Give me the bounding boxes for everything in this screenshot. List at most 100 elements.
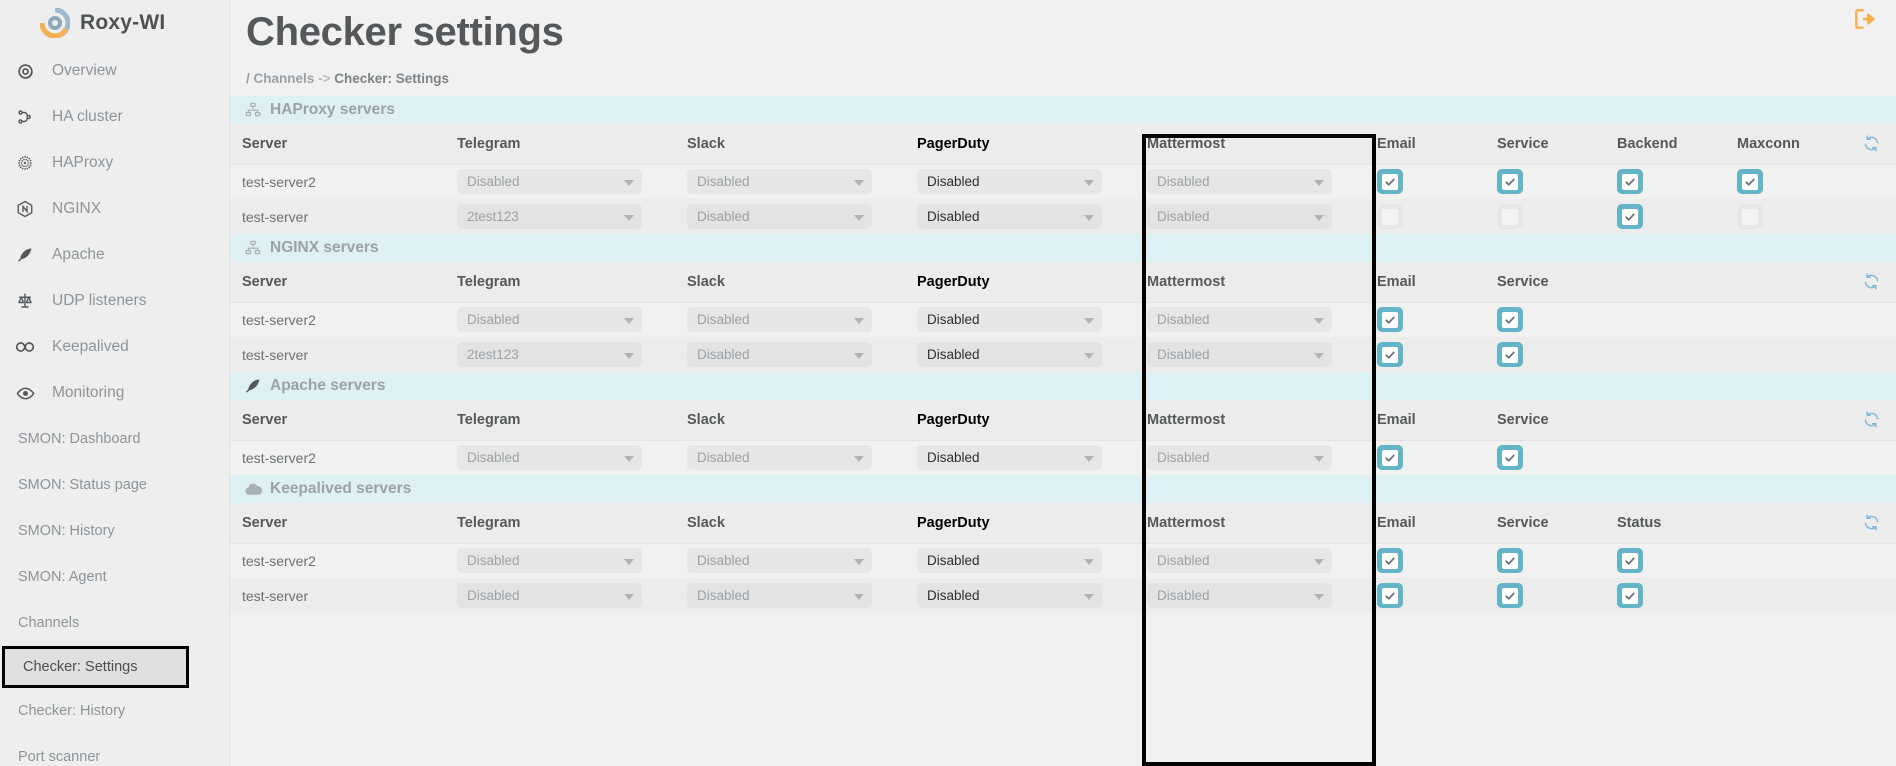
page-title: Checker settings [246,10,564,54]
mattermost-select-value: Disabled [1157,209,1210,224]
sidebar-item-ha-cluster[interactable]: HA cluster [0,94,229,140]
keepalived-infinity-icon [12,339,38,355]
backend-checkbox[interactable] [1617,169,1643,195]
mattermost-select[interactable]: Disabled [1147,307,1332,333]
sidebar-item-udp-listeners[interactable]: UDP listeners [0,278,229,324]
cell-service [1485,440,1605,475]
pagerduty-select[interactable]: Disabled [917,445,1102,471]
cell-mattermost: Disabled [1135,337,1365,372]
cell-service [1485,578,1605,613]
mattermost-select[interactable]: Disabled [1147,342,1332,367]
email-checkbox[interactable] [1377,548,1403,574]
pagerduty-select-value: Disabled [927,174,980,190]
logout-icon[interactable] [1852,6,1878,32]
telegram-select[interactable]: Disabled [457,307,642,333]
telegram-select-value: Disabled [467,174,520,190]
chevron-down-icon [854,352,864,359]
mattermost-select[interactable]: Disabled [1147,169,1332,195]
pagerduty-select[interactable]: Disabled [917,307,1102,333]
email-checkbox[interactable] [1377,307,1403,333]
slack-select[interactable]: Disabled [687,548,872,574]
slack-select[interactable]: Disabled [687,583,872,608]
email-checkbox[interactable] [1377,342,1403,367]
slack-select[interactable]: Disabled [687,307,872,333]
refresh-icon[interactable] [1857,135,1880,152]
cell-slack: Disabled [675,543,905,578]
service-checkbox[interactable] [1497,583,1523,608]
cell-service [1485,164,1605,199]
pagerduty-select[interactable]: Disabled [917,548,1102,574]
mattermost-select[interactable]: Disabled [1147,583,1332,608]
slack-select[interactable]: Disabled [687,169,872,195]
sidebar-item-haproxy[interactable]: HAProxy [0,140,229,186]
sidebar-item-keepalived[interactable]: Keepalived [0,324,229,370]
email-checkbox[interactable] [1377,169,1403,195]
refresh-icon[interactable] [1617,273,1880,290]
cell-spacer [1845,164,1896,199]
chevron-down-icon [1314,214,1324,221]
telegram-select[interactable]: Disabled [457,445,642,471]
email-checkbox[interactable] [1377,204,1403,229]
mattermost-select[interactable]: Disabled [1147,204,1332,229]
cell-mattermost: Disabled [1135,440,1365,475]
email-checkbox[interactable] [1377,445,1403,471]
column-header-service: Service [1485,400,1605,441]
slack-select[interactable]: Disabled [687,204,872,229]
mattermost-select-value: Disabled [1157,174,1210,190]
cell-pagerduty: Disabled [905,199,1135,234]
sidebar-item-channels[interactable]: Channels [0,600,229,646]
service-checkbox[interactable] [1497,204,1523,229]
service-checkbox[interactable] [1497,548,1523,574]
sidebar-item-checker-history[interactable]: Checker: History [0,688,229,734]
refresh-icon[interactable] [1737,514,1880,531]
slack-select[interactable]: Disabled [687,342,872,367]
mattermost-select[interactable]: Disabled [1147,445,1332,471]
telegram-select[interactable]: Disabled [457,169,642,195]
telegram-select[interactable]: 2test123 [457,342,642,367]
maxconn-checkbox[interactable] [1737,204,1763,229]
service-checkbox[interactable] [1497,307,1523,333]
sidebar-item-smon-history[interactable]: SMON: History [0,508,229,554]
sidebar-item-port-scanner[interactable]: Port scanner [0,734,229,766]
sidebar-item-apache[interactable]: Apache [0,232,229,278]
telegram-select[interactable]: Disabled [457,548,642,574]
slack-select-value: Disabled [697,174,750,190]
sidebar-item-label: NGINX [52,200,102,217]
sidebar-item-smon-dashboard[interactable]: SMON: Dashboard [0,416,229,462]
chevron-down-icon [854,558,864,565]
telegram-select[interactable]: 2test123 [457,204,642,229]
mattermost-select[interactable]: Disabled [1147,548,1332,574]
cell-mattermost: Disabled [1135,578,1365,613]
maxconn-checkbox[interactable] [1737,169,1763,195]
sidebar-item-checker-settings[interactable]: Checker: Settings [2,646,189,688]
telegram-select[interactable]: Disabled [457,583,642,608]
column-header-telegram: Telegram [445,503,675,544]
sidebar-item-smon-status-page[interactable]: SMON: Status page [0,462,229,508]
pagerduty-select[interactable]: Disabled [917,169,1102,195]
service-checkbox[interactable] [1497,342,1523,367]
server-name: test-server2 [230,543,445,578]
breadcrumb-parent[interactable]: Channels [254,71,315,86]
cell-spacer [1605,337,1896,372]
sidebar-item-smon-agent[interactable]: SMON: Agent [0,554,229,600]
backend-checkbox[interactable] [1617,204,1643,229]
slack-select[interactable]: Disabled [687,445,872,471]
refresh-icon[interactable] [1617,411,1880,428]
email-checkbox[interactable] [1377,583,1403,608]
service-checkbox[interactable] [1497,445,1523,471]
status-checkbox[interactable] [1617,583,1643,608]
sidebar-item-monitoring[interactable]: Monitoring [0,370,229,416]
udp-listeners-icon [12,292,38,310]
checkbox-inner [1382,346,1398,363]
sidebar-item-nginx[interactable]: NGINX [0,186,229,232]
sidebar-nav: Overview HA cluster HAProxy NGINX Apache UDP … [0,48,229,766]
pagerduty-select[interactable]: Disabled [917,204,1102,229]
service-checkbox[interactable] [1497,169,1523,195]
pagerduty-select[interactable]: Disabled [917,583,1102,608]
brand[interactable]: Roxy-WI [0,0,229,48]
checkbox-inner [1382,311,1398,328]
pagerduty-select[interactable]: Disabled [917,342,1102,367]
sidebar-item-overview[interactable]: Overview [0,48,229,94]
status-checkbox[interactable] [1617,548,1643,574]
chevron-down-icon [854,593,864,600]
